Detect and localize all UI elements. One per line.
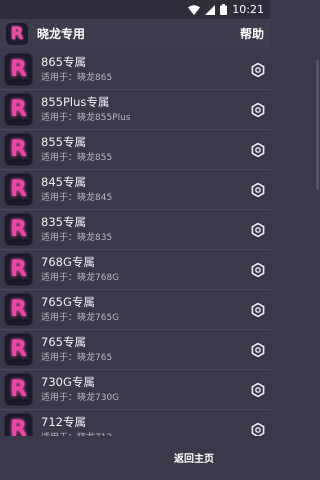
- list-item-title: 765G专属: [41, 294, 95, 309]
- list-item-subtitle: 适用于：晓龙768G: [41, 272, 120, 283]
- list-item-title: 855Plus专属: [41, 94, 110, 109]
- app-icon: R: [4, 333, 33, 366]
- list-item-subtitle: 适用于：晓龙845: [41, 192, 113, 203]
- app-icon: R: [4, 133, 33, 166]
- app-bar: R 晓龙专用 帮助: [0, 19, 270, 48]
- list-item-text: 712专属 适用于：晓龙712: [41, 415, 112, 437]
- wifi-icon: [188, 4, 201, 15]
- list-item-subtitle: 适用于：晓龙865: [41, 72, 113, 83]
- list-item-text: 865专属 适用于：晓龙865: [41, 55, 112, 85]
- scrollbar[interactable]: [316, 60, 319, 190]
- app-icon: R: [4, 413, 33, 436]
- app-icon: R: [4, 173, 33, 206]
- list-item[interactable]: R 730G专属 适用于：晓龙730G: [0, 370, 270, 410]
- list-item-subtitle: 适用于：晓龙855Plus: [41, 112, 131, 123]
- bottom-bar: 返回主页: [0, 436, 270, 480]
- list-item-subtitle: 适用于：晓龙855: [41, 152, 113, 163]
- gear-icon[interactable]: [251, 343, 265, 357]
- list-item[interactable]: R 768G专属 适用于：晓龙768G: [0, 250, 270, 290]
- list-item-title: 765专属: [41, 334, 86, 349]
- gear-icon[interactable]: [251, 223, 265, 237]
- list-item-title: 730G专属: [41, 374, 95, 389]
- list-item[interactable]: R 835专属 适用于：晓龙835: [0, 210, 270, 250]
- battery-icon: [220, 4, 228, 15]
- list-item-title: 855专属: [41, 134, 86, 149]
- gear-icon[interactable]: [251, 63, 265, 77]
- gear-icon[interactable]: [251, 383, 265, 397]
- list-item-text: 765G专属 适用于：晓龙765G: [41, 295, 119, 325]
- list-item-subtitle: 适用于：晓龙765G: [41, 312, 120, 323]
- app-icon: R: [4, 93, 33, 126]
- back-home-button[interactable]: 返回主页: [174, 450, 214, 465]
- list-item-text: 855专属 适用于：晓龙855: [41, 135, 112, 165]
- list-item[interactable]: R 855Plus专属 适用于：晓龙855Plus: [0, 90, 270, 130]
- list-item-text: 855Plus专属 适用于：晓龙855Plus: [41, 95, 131, 125]
- list-item[interactable]: R 712专属 适用于：晓龙712: [0, 410, 270, 436]
- gear-icon[interactable]: [251, 263, 265, 277]
- app-icon: R: [4, 373, 33, 406]
- list-item-subtitle: 适用于：晓龙765: [41, 352, 113, 363]
- signal-icon: [205, 4, 216, 15]
- list-item-title: 865专属: [41, 54, 86, 69]
- app-icon: R: [4, 253, 33, 286]
- gear-icon[interactable]: [251, 423, 265, 436]
- list-item-subtitle: 适用于：晓龙730G: [41, 392, 120, 403]
- gear-icon[interactable]: [251, 183, 265, 197]
- list-item-title: 768G专属: [41, 254, 95, 269]
- help-button[interactable]: 帮助: [240, 25, 264, 42]
- status-time: 10:21: [232, 3, 264, 16]
- status-bar: 10:21: [0, 0, 270, 19]
- list-item[interactable]: R 765G专属 适用于：晓龙765G: [0, 290, 270, 330]
- list-item-text: 835专属 适用于：晓龙835: [41, 215, 112, 245]
- list-item-text: 730G专属 适用于：晓龙730G: [41, 375, 119, 405]
- app-icon: R: [4, 53, 33, 86]
- list-item[interactable]: R 845专属 适用于：晓龙845: [0, 170, 270, 210]
- list-item-title: 712专属: [41, 414, 86, 429]
- list-item-text: 845专属 适用于：晓龙845: [41, 175, 112, 205]
- gear-icon[interactable]: [251, 303, 265, 317]
- list-item-title: 845专属: [41, 174, 86, 189]
- gear-icon[interactable]: [251, 143, 265, 157]
- gear-icon[interactable]: [251, 103, 265, 117]
- list-item[interactable]: R 865专属 适用于：晓龙865: [0, 50, 270, 90]
- app-icon: R: [4, 293, 33, 326]
- list-item-subtitle: 适用于：晓龙835: [41, 232, 113, 243]
- profile-list: R 865专属 适用于：晓龙865 R 855Plus专属 适用于：晓龙855P…: [0, 50, 270, 436]
- app-icon: R: [4, 213, 33, 246]
- list-item[interactable]: R 855专属 适用于：晓龙855: [0, 130, 270, 170]
- page-title: 晓龙专用: [37, 27, 86, 41]
- list-item-text: 765专属 适用于：晓龙765: [41, 335, 112, 365]
- app-logo: R: [6, 22, 28, 45]
- list-item[interactable]: R 765专属 适用于：晓龙765: [0, 330, 270, 370]
- list-item-title: 835专属: [41, 214, 86, 229]
- list-item-text: 768G专属 适用于：晓龙768G: [41, 255, 119, 285]
